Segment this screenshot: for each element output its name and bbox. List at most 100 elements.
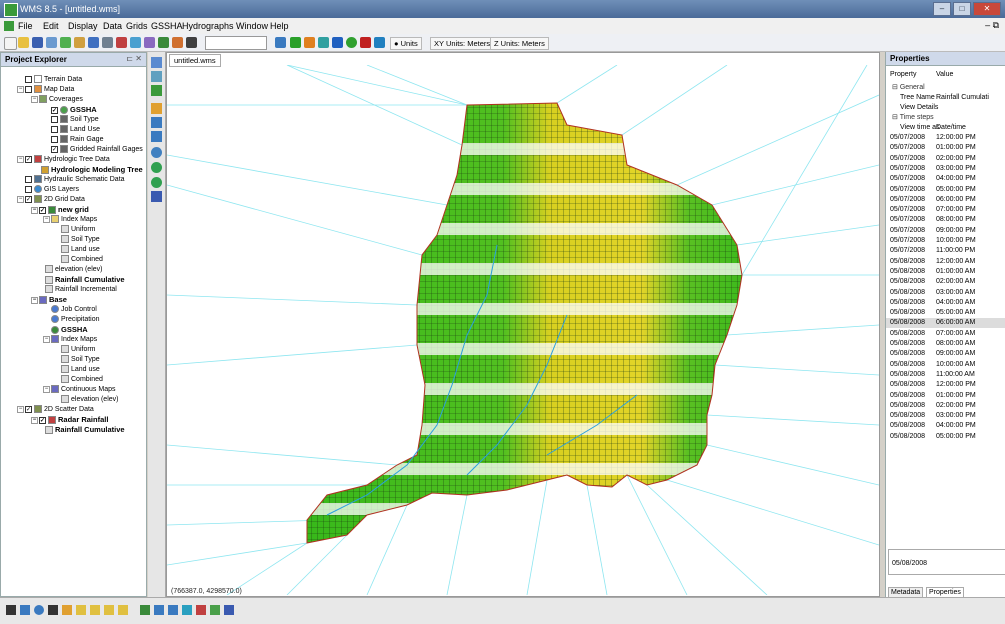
zoom-icon[interactable] bbox=[88, 37, 99, 48]
tool-icon[interactable] bbox=[74, 37, 85, 48]
tree-item[interactable]: Soil Type bbox=[61, 355, 100, 365]
time-step-row[interactable]: 05/08/2008 03:00:00 AM bbox=[886, 288, 1005, 298]
pin-close-icon[interactable]: ⊏ ✕ bbox=[126, 54, 142, 63]
time-step-row[interactable]: 05/08/2008 02:00:00 PM bbox=[886, 401, 1005, 411]
rotate-icon[interactable] bbox=[116, 37, 127, 48]
minimize-button[interactable]: – bbox=[933, 2, 951, 16]
open-folder-icon[interactable] bbox=[18, 37, 29, 48]
tree-item[interactable]: Land Use bbox=[51, 125, 100, 135]
tree-item[interactable]: Soil Type bbox=[61, 235, 100, 245]
units-button[interactable]: ● Units bbox=[390, 37, 422, 50]
value-editor[interactable]: 05/08/2008 bbox=[888, 549, 1005, 575]
draw-tool-icon[interactable] bbox=[76, 605, 86, 615]
tree-item[interactable]: Rainfall Cumulative bbox=[45, 275, 125, 285]
river-tool-icon[interactable] bbox=[182, 605, 192, 615]
time-step-row[interactable]: 05/07/2008 02:00:00 PM bbox=[886, 154, 1005, 164]
chart-tool-icon[interactable] bbox=[196, 605, 206, 615]
time-step-row[interactable]: 05/08/2008 03:00:00 PM bbox=[886, 411, 1005, 421]
tree-item[interactable]: Uniform bbox=[61, 345, 96, 355]
refresh-icon[interactable] bbox=[60, 37, 71, 48]
tree-item[interactable]: − Coverages bbox=[31, 95, 83, 105]
general-section[interactable]: ⊟ General bbox=[886, 83, 1005, 93]
time-step-row[interactable]: 05/08/2008 05:00:00 PM bbox=[886, 432, 1005, 442]
print-icon[interactable] bbox=[46, 37, 57, 48]
time-step-row[interactable]: 05/07/2008 11:00:00 PM bbox=[886, 246, 1005, 256]
tin-icon[interactable] bbox=[318, 37, 329, 48]
map-icon[interactable] bbox=[360, 37, 371, 48]
time-step-row[interactable]: 05/08/2008 04:00:00 AM bbox=[886, 298, 1005, 308]
time-step-row[interactable]: 05/07/2008 09:00:00 PM bbox=[886, 226, 1005, 236]
draw-tool-icon[interactable] bbox=[90, 605, 100, 615]
time-step-row[interactable]: 05/08/2008 08:00:00 AM bbox=[886, 339, 1005, 349]
tree-item[interactable]: Rain Gage bbox=[51, 135, 103, 145]
frame-icon[interactable] bbox=[102, 37, 113, 48]
tree-item[interactable]: − ✓ new grid bbox=[31, 205, 89, 215]
time-step-row[interactable]: 05/08/2008 01:00:00 AM bbox=[886, 267, 1005, 277]
tree-item[interactable]: ✓ Gridded Rainfall Gages bbox=[51, 145, 143, 155]
tree-item[interactable]: − Continuous Maps bbox=[43, 385, 115, 395]
menu-help[interactable]: Help bbox=[270, 21, 289, 31]
outlet-tool-icon[interactable] bbox=[151, 162, 162, 173]
tree-item[interactable]: − ✓ Hydrologic Tree Data bbox=[17, 155, 110, 165]
menu-app-icon[interactable] bbox=[4, 21, 14, 31]
tree-item[interactable]: − Index Maps bbox=[43, 335, 97, 345]
grid-icon[interactable] bbox=[158, 37, 169, 48]
tree-item[interactable]: Terrain Data bbox=[25, 75, 82, 85]
save-icon[interactable] bbox=[32, 37, 43, 48]
globe-tool-icon[interactable] bbox=[151, 177, 162, 188]
annotation-tool-icon[interactable] bbox=[62, 605, 72, 615]
tree-name-row[interactable]: Tree Name Rainfall Cumulati bbox=[886, 93, 1005, 103]
time-step-row[interactable]: 05/08/2008 12:00:00 PM bbox=[886, 380, 1005, 390]
measure-tool-icon[interactable] bbox=[151, 191, 162, 202]
view-details-row[interactable]: View Details bbox=[886, 103, 1005, 113]
tree-item[interactable]: Combined bbox=[61, 255, 103, 265]
time-step-row[interactable]: 05/07/2008 06:00:00 PM bbox=[886, 195, 1005, 205]
module-select[interactable] bbox=[205, 36, 267, 50]
tree-item[interactable]: Precipitation bbox=[51, 315, 100, 325]
menu-display[interactable]: Display bbox=[68, 21, 98, 31]
delete-icon[interactable] bbox=[186, 37, 197, 48]
zoom-tool-icon[interactable] bbox=[151, 71, 162, 82]
time-step-row[interactable]: 05/08/2008 02:00:00 AM bbox=[886, 277, 1005, 287]
node-tool-icon[interactable] bbox=[151, 147, 162, 158]
time-step-row[interactable]: 05/07/2008 08:00:00 PM bbox=[886, 215, 1005, 225]
info-icon[interactable] bbox=[172, 37, 183, 48]
time-step-row[interactable]: 05/07/2008 03:00:00 PM bbox=[886, 164, 1005, 174]
new-file-icon[interactable] bbox=[4, 37, 17, 50]
time-step-row[interactable]: 05/07/2008 10:00:00 PM bbox=[886, 236, 1005, 246]
text-tool-icon[interactable] bbox=[48, 605, 58, 615]
pan-tool-icon[interactable] bbox=[151, 85, 162, 96]
rectangle-tool-icon[interactable] bbox=[20, 605, 30, 615]
grid-tool-icon[interactable] bbox=[154, 605, 164, 615]
graphics-window[interactable]: untitled.wms (766387.0, 4298570.0) bbox=[166, 52, 880, 597]
globe-icon[interactable] bbox=[290, 37, 301, 48]
tree-item[interactable]: elevation (elev) bbox=[45, 265, 102, 275]
time-step-row[interactable]: 05/07/2008 04:00:00 PM bbox=[886, 174, 1005, 184]
menu-hydrographs[interactable]: Hydrographs bbox=[182, 21, 234, 31]
time-step-row[interactable]: 05/07/2008 07:00:00 PM bbox=[886, 205, 1005, 215]
view-time-as-row[interactable]: View time as Date/time bbox=[886, 123, 1005, 133]
gis-tool-icon[interactable] bbox=[210, 605, 220, 615]
time-step-row[interactable]: 05/08/2008 12:00:00 AM bbox=[886, 257, 1005, 267]
display-icon[interactable] bbox=[130, 37, 141, 48]
time-step-row[interactable]: 05/08/2008 04:00:00 PM bbox=[886, 421, 1005, 431]
tree-item[interactable]: Land use bbox=[61, 245, 100, 255]
menu-window[interactable]: Window bbox=[236, 21, 268, 31]
grid-row-tool-icon[interactable] bbox=[151, 117, 162, 128]
menu-gssha[interactable]: GSSHA bbox=[151, 21, 183, 31]
menu-data[interactable]: Data bbox=[103, 21, 122, 31]
time-step-row[interactable]: 05/07/2008 01:00:00 PM bbox=[886, 143, 1005, 153]
line-tool-icon[interactable] bbox=[6, 605, 16, 615]
tree-item[interactable]: − ✓ Radar Rainfall bbox=[31, 415, 108, 425]
menu-edit[interactable]: Edit bbox=[43, 21, 59, 31]
map-view[interactable] bbox=[167, 65, 879, 595]
tree-item[interactable]: Hydraulic Schematic Data bbox=[25, 175, 125, 185]
tree-item[interactable]: − Index Maps bbox=[43, 215, 97, 225]
menu-file[interactable]: File bbox=[18, 21, 33, 31]
time-step-row[interactable]: 05/07/2008 12:00:00 PM bbox=[886, 133, 1005, 143]
tree-item[interactable]: Uniform bbox=[61, 225, 96, 235]
select-tool-icon[interactable] bbox=[151, 57, 162, 68]
z-units-button[interactable]: Z Units: Meters bbox=[490, 37, 549, 50]
scatter-tool-icon[interactable] bbox=[168, 605, 178, 615]
tree-item[interactable]: − Map Data bbox=[17, 85, 74, 95]
